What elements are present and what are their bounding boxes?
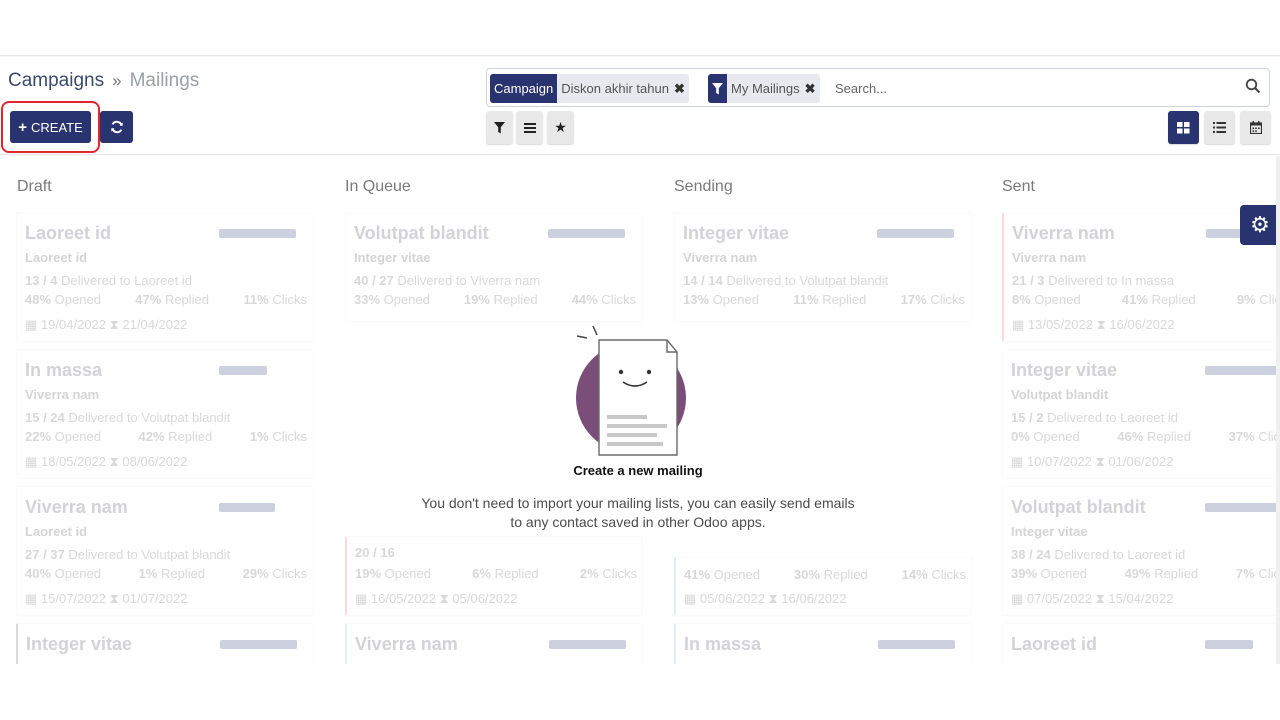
- facet-remove-icon[interactable]: ✖: [805, 81, 816, 97]
- refresh-button[interactable]: [100, 111, 133, 143]
- kanban-view-button[interactable]: [1168, 111, 1199, 144]
- group-by-icon: [523, 122, 536, 133]
- facet-value-label: Diskon akhir tahun: [561, 81, 669, 96]
- facet-remove-icon[interactable]: ✖: [674, 81, 685, 97]
- search-input[interactable]: [835, 77, 1225, 99]
- calendar-view-icon: [1249, 121, 1262, 134]
- favorites-button[interactable]: ★: [547, 111, 574, 144]
- facet-filter-icon-box: [708, 74, 727, 103]
- search-bar: Campaign Diskon akhir tahun ✖ My Mailing…: [486, 68, 1270, 107]
- breadcrumb-separator: »: [112, 71, 122, 90]
- document-illustration-icon: [576, 325, 686, 456]
- plus-icon: +: [18, 118, 27, 136]
- breadcrumb-current: Mailings: [129, 70, 200, 91]
- facet-value-label: My Mailings: [731, 81, 800, 96]
- facet-value: My Mailings ✖: [727, 74, 820, 103]
- top-navbar: [0, 0, 1280, 56]
- breadcrumb-campaigns-link[interactable]: Campaigns: [8, 70, 104, 92]
- refresh-icon: [110, 120, 123, 134]
- facet-value: Diskon akhir tahun ✖: [557, 74, 689, 103]
- create-button-label: CREATE: [31, 119, 83, 135]
- page-bottom: [0, 664, 1280, 720]
- vertical-scrollbar[interactable]: [1276, 156, 1280, 664]
- search-icon[interactable]: [1245, 78, 1261, 94]
- search-facet-filter: My Mailings ✖: [708, 74, 820, 103]
- empty-state-text-line1: You don't need to import your mailing li…: [421, 495, 855, 511]
- filters-button[interactable]: [486, 111, 513, 144]
- empty-state-title: Create a new mailing: [573, 463, 703, 478]
- group-by-button[interactable]: [516, 111, 543, 144]
- favorite-star-icon: ★: [554, 119, 567, 135]
- create-button[interactable]: + CREATE: [10, 111, 91, 143]
- breadcrumb: Campaigns » Mailings: [8, 70, 199, 92]
- empty-state-text-line2: to any contact saved in other Odoo apps.: [510, 514, 766, 530]
- list-view-icon: [1213, 122, 1226, 133]
- settings-button[interactable]: ⚙: [1240, 205, 1280, 245]
- filter-icon: [494, 121, 505, 133]
- calendar-view-button[interactable]: [1240, 111, 1271, 144]
- empty-state-text: You don't need to import your mailing li…: [380, 494, 896, 532]
- list-view-button[interactable]: [1204, 111, 1235, 144]
- filter-icon: [712, 82, 723, 94]
- settings-gear-icon: ⚙: [1250, 212, 1270, 237]
- kanban-view-icon: [1177, 121, 1190, 133]
- search-facet-campaign: Campaign Diskon akhir tahun ✖: [490, 74, 689, 103]
- facet-category-label: Campaign: [490, 74, 558, 103]
